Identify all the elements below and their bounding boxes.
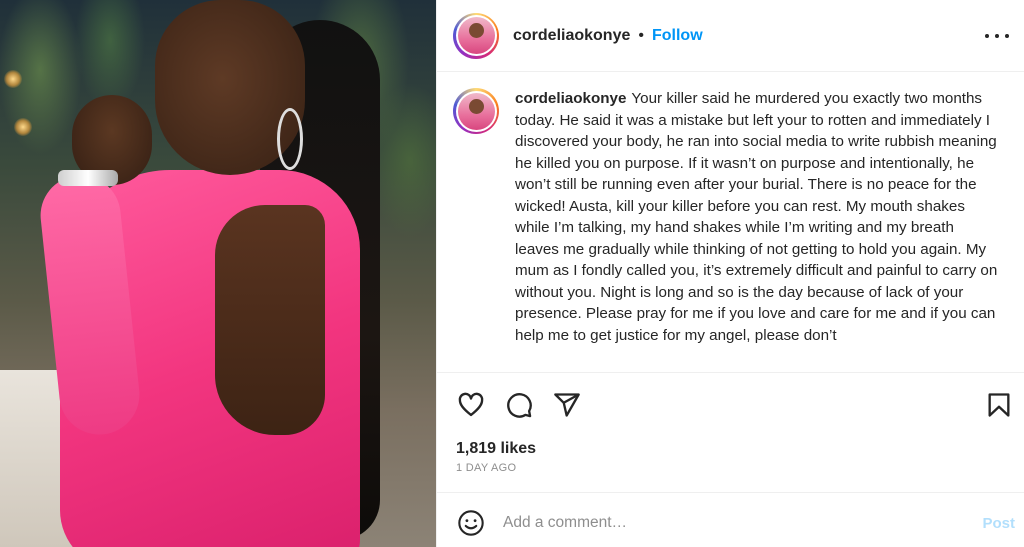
comment-bubble-icon[interactable] — [505, 391, 533, 419]
post-panel: cordeliaokonye • Follow cordeliaokonye Yo… — [436, 0, 1024, 547]
caption-body: Your killer said he murdered you exactly… — [515, 90, 998, 344]
separator-dot: • — [638, 26, 644, 44]
post-comment-button[interactable]: Post — [982, 515, 1015, 532]
post-timestamp[interactable]: 1 DAY AGO — [456, 462, 516, 474]
action-bar — [437, 372, 1024, 432]
comment-bar: Post — [437, 492, 1024, 547]
caption-username[interactable]: cordeliaokonye — [515, 90, 626, 107]
follow-button[interactable]: Follow — [652, 27, 703, 45]
author-avatar[interactable] — [453, 12, 499, 59]
hoop-earring — [277, 108, 303, 170]
caption-text: cordeliaokonye Your killer said he murder… — [515, 88, 999, 346]
author-username[interactable]: cordeliaokonye — [513, 27, 630, 45]
avatar-image — [457, 17, 495, 54]
open-back — [215, 205, 325, 435]
avatar-image — [457, 92, 495, 130]
more-horizontal-icon[interactable] — [985, 26, 1009, 46]
smiley-icon[interactable] — [457, 509, 485, 537]
post-header: cordeliaokonye • Follow — [437, 0, 1024, 72]
paper-plane-icon[interactable] — [553, 391, 581, 419]
likes-count[interactable]: 1,819 likes — [456, 440, 536, 458]
caption: cordeliaokonye Your killer said he murder… — [453, 88, 1009, 346]
comments-section[interactable]: cordeliaokonye Your killer said he murder… — [437, 73, 1024, 372]
background-lamp — [4, 70, 22, 88]
wristwatch — [58, 170, 118, 186]
comment-input[interactable] — [503, 508, 963, 538]
heart-icon[interactable] — [457, 391, 485, 419]
caption-avatar[interactable] — [453, 88, 499, 134]
post-photo[interactable] — [0, 0, 436, 547]
bookmark-icon[interactable] — [985, 391, 1013, 419]
background-lamp — [14, 118, 32, 136]
